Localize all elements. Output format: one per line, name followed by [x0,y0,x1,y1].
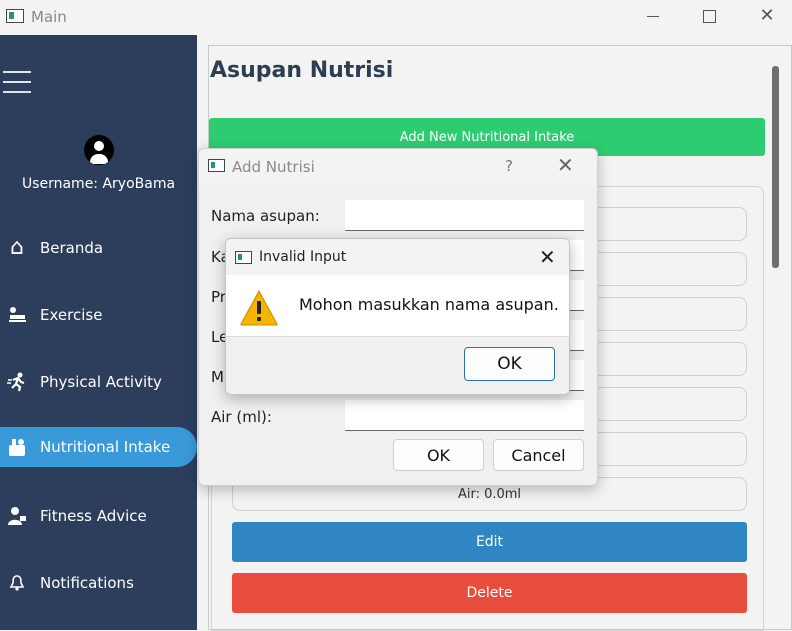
dialog-title-bar: Add Nutrisi ? ✕ [199,149,597,185]
nama-asupan-label: Nama asupan: [211,207,320,225]
dialog-ok-button[interactable]: OK [393,439,484,471]
advice-icon [7,506,27,526]
warning-icon [240,290,278,326]
sidebar-item-exercise[interactable]: Exercise [0,295,197,335]
m-label: M [211,368,224,386]
sidebar-item-fitness-advice[interactable]: Fitness Advice [0,496,197,536]
dialog-close-button[interactable]: ✕ [557,153,574,177]
messagebox-title-bar: Invalid Input ✕ [226,239,569,275]
messagebox-ok-button[interactable]: OK [464,347,555,381]
minimize-button[interactable] [630,0,676,34]
edit-button[interactable]: Edit [232,522,747,562]
username-label: Username: AryoBama [21,176,176,192]
close-window-button[interactable]: ✕ [744,0,790,34]
window-title: Main [31,8,67,26]
sidebar: Username: AryoBama ⌂ Beranda Exercise Ph… [0,35,197,630]
user-avatar-icon [84,135,114,165]
app-icon [208,159,225,172]
delete-button[interactable]: Delete [232,573,747,613]
hamburger-menu-icon[interactable] [3,71,31,93]
help-button[interactable]: ? [505,157,513,175]
sidebar-item-label: Beranda [40,239,104,257]
home-icon: ⌂ [10,235,24,260]
sidebar-item-label: Notifications [40,574,134,592]
sidebar-item-label: Fitness Advice [40,507,147,525]
sidebar-item-beranda[interactable]: ⌂ Beranda [0,228,197,268]
messagebox-footer: OK [226,336,569,394]
title-bar: Main ✕ [0,0,792,34]
maximize-button[interactable] [686,0,732,34]
vertical-scrollbar[interactable] [772,66,779,268]
invalid-input-messagebox: Invalid Input ✕ Mohon masukkan nama asup… [225,238,570,395]
messagebox-close-button[interactable]: ✕ [539,245,556,269]
nutrition-icon [7,437,27,457]
app-icon [6,9,24,23]
messagebox-text: Mohon masukkan nama asupan. [299,295,559,314]
protein-label: Pr [211,288,226,306]
sidebar-item-label: Physical Activity [40,373,162,391]
bell-icon [7,573,27,593]
running-icon [7,372,27,392]
main-window: Main ✕ Username: AryoBama ⌂ Beranda Exer… [0,0,792,631]
dialog-cancel-button[interactable]: Cancel [493,439,584,471]
air-label: Air (ml): [211,408,272,426]
air-input[interactable] [345,400,584,431]
sidebar-item-notifications[interactable]: Notifications [0,563,197,603]
app-icon [235,251,252,264]
sidebar-item-physical-activity[interactable]: Physical Activity [0,362,197,402]
messagebox-body: Mohon masukkan nama asupan. [226,275,569,336]
nama-asupan-input[interactable] [345,200,584,231]
exercise-icon [7,305,27,325]
messagebox-title: Invalid Input [259,249,347,265]
page-title: Asupan Nutrisi [210,58,394,83]
sidebar-item-label: Nutritional Intake [40,438,171,456]
dialog-title: Add Nutrisi [232,158,315,176]
sidebar-item-nutritional-intake[interactable]: Nutritional Intake [0,427,197,467]
sidebar-item-label: Exercise [40,306,103,324]
